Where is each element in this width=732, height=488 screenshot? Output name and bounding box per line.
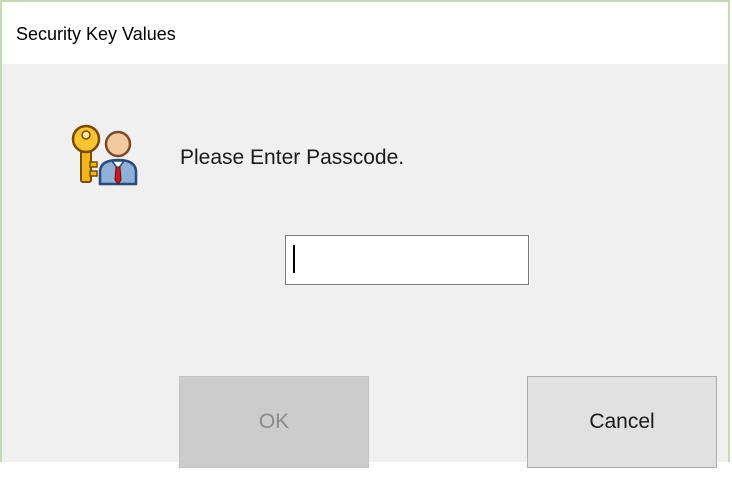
security-key-values-dialog: Security Key Values Please Enter Passcod…: [0, 0, 730, 468]
cancel-button[interactable]: Cancel: [527, 376, 717, 468]
window-title: Security Key Values: [16, 24, 176, 44]
passcode-input[interactable]: [285, 235, 529, 285]
cancel-button-label: Cancel: [589, 410, 655, 433]
title-bar[interactable]: Security Key Values: [2, 2, 728, 64]
key-user-icon: [68, 122, 144, 188]
passcode-prompt: Please Enter Passcode.: [180, 146, 405, 169]
text-caret: [293, 245, 295, 273]
ok-button-label: OK: [258, 410, 290, 433]
ok-button[interactable]: OK: [179, 376, 369, 468]
dialog-body: Please Enter Passcode. OK Cancel: [2, 64, 728, 468]
